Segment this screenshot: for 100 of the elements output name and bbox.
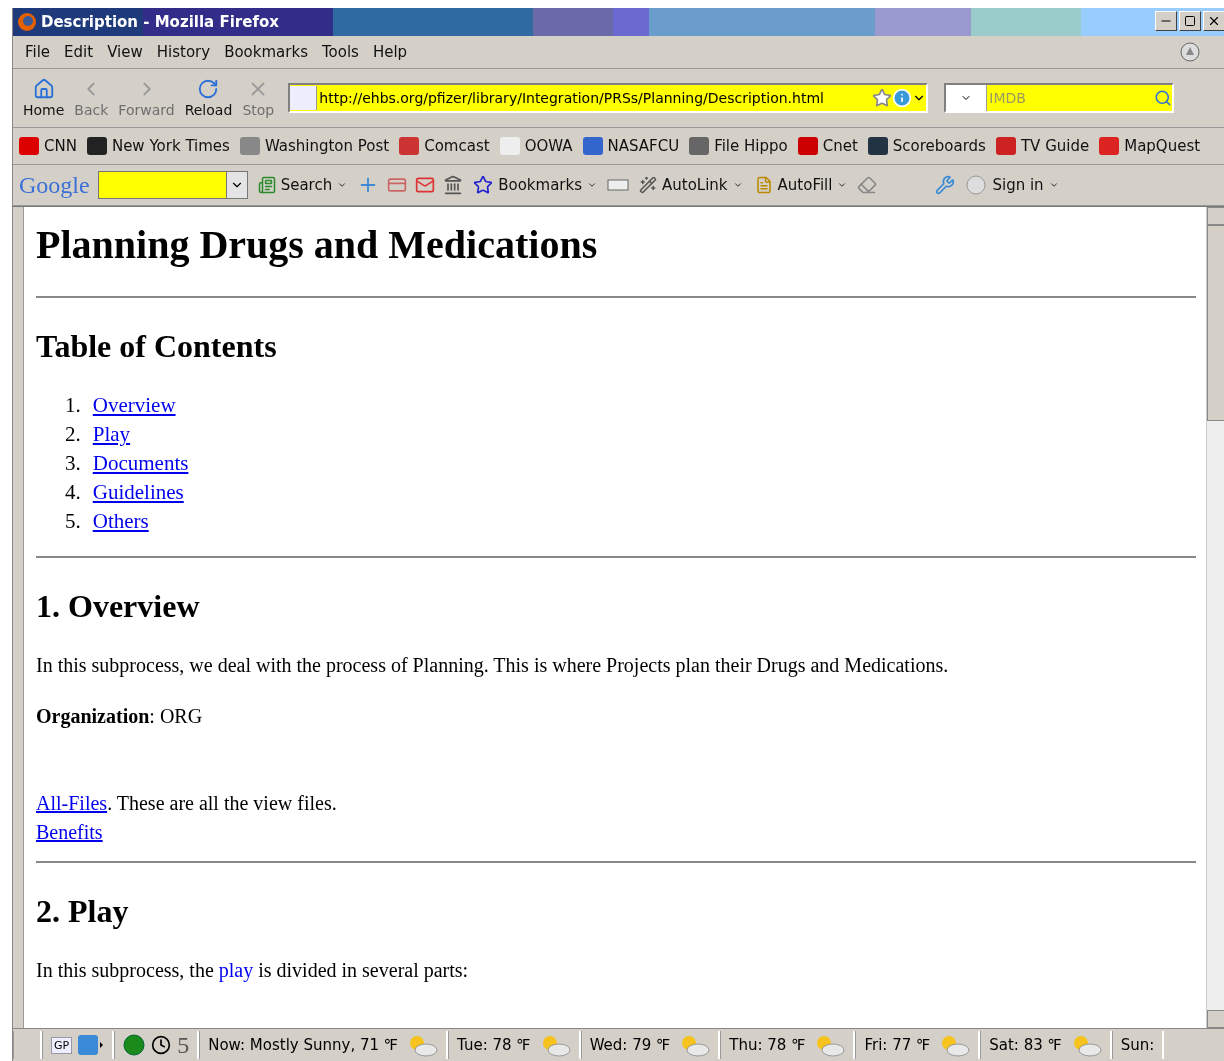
list-number: 3.: [65, 450, 81, 477]
list-number: 2.: [65, 421, 81, 448]
bookmark-link[interactable]: OOWA: [499, 137, 573, 155]
weather-cell[interactable]: Sun:: [1111, 1031, 1165, 1059]
weather-cell[interactable]: Fri: 77 ℉: [855, 1031, 981, 1059]
menu-item[interactable]: History: [150, 41, 217, 63]
bookmark-link[interactable]: New York Times: [86, 137, 230, 155]
paragraph: In this subprocess, the play is divided in several parts:: [36, 958, 470, 984]
favicon-icon: [867, 137, 888, 155]
eraser-icon[interactable]: [857, 175, 878, 195]
reload-button[interactable]: Reload: [180, 78, 237, 118]
bookmark-link[interactable]: MapQuest: [1099, 137, 1201, 155]
toc-link[interactable]: Play: [92, 420, 131, 449]
scroll-up-button[interactable]: [1207, 207, 1224, 225]
close-button[interactable]: [1203, 11, 1224, 31]
weather-text: Fri: 77 ℉: [864, 1036, 931, 1054]
card-icon[interactable]: [387, 175, 408, 195]
newspaper-icon: [257, 176, 276, 194]
toc-link[interactable]: Others: [92, 507, 149, 536]
close-icon: [1207, 14, 1221, 28]
bookmark-link[interactable]: NASAFCU: [582, 137, 680, 155]
toc-link[interactable]: Documents: [92, 449, 189, 478]
bookmark-link[interactable]: Scoreboards: [867, 137, 986, 155]
list-number: 4.: [65, 479, 81, 506]
favicon-icon: [582, 137, 603, 155]
weather-text: Tue: 78 ℉: [457, 1036, 531, 1054]
menu-item[interactable]: View: [101, 41, 149, 63]
favicon-icon: [499, 137, 520, 155]
weather-cell[interactable]: Wed: 79 ℉: [580, 1031, 721, 1059]
weather-cell[interactable]: Sat: 83 ℉: [980, 1031, 1112, 1059]
rectangle-icon[interactable]: [607, 179, 629, 191]
menu-item[interactable]: Tools: [315, 41, 365, 63]
toc-link[interactable]: Guidelines: [92, 478, 184, 507]
toc-link[interactable]: Overview: [92, 391, 176, 420]
bookmark-link[interactable]: CNN: [19, 137, 77, 155]
scrollbar[interactable]: [1206, 207, 1224, 1028]
home-button[interactable]: Home: [19, 78, 69, 118]
dropdown-button[interactable]: [225, 172, 247, 198]
weather-cell[interactable]: Tue: 78 ℉: [448, 1031, 581, 1059]
search-bar[interactable]: IMDB: [944, 83, 1175, 113]
menu-item[interactable]: Bookmarks: [218, 41, 314, 63]
scroll-thumb[interactable]: [1207, 225, 1224, 421]
wand-icon: [639, 176, 657, 194]
inline-link[interactable]: play: [218, 959, 254, 981]
landmark-icon[interactable]: [443, 175, 464, 195]
address-bar[interactable]: http://ehbs.org/pfizer/library/Integration/PRSs/Planning/Description.html: [288, 83, 929, 113]
document-icon: [754, 176, 773, 194]
bookmark-link[interactable]: File Hippo: [689, 137, 788, 155]
bookmark-link[interactable]: Cnet: [797, 137, 858, 155]
google-search-field[interactable]: [97, 171, 248, 199]
bookmark-link[interactable]: Comcast: [399, 137, 490, 155]
section-heading: Table of Contents: [36, 328, 278, 365]
search-field[interactable]: IMDB: [987, 89, 1155, 107]
weather-cell[interactable]: Now: Mostly Sunny, 71 ℉: [199, 1031, 449, 1059]
window-title: Description - Mozilla Firefox: [41, 13, 279, 31]
clock-icon[interactable]: [151, 1035, 172, 1055]
mail-icon[interactable]: [415, 175, 436, 195]
caret-icon: [732, 180, 743, 190]
weather-text: Wed: 79 ℉: [589, 1036, 671, 1054]
reload-icon: [197, 78, 220, 100]
search-button[interactable]: Search: [255, 176, 350, 194]
bookmarks-button[interactable]: Bookmarks: [471, 175, 599, 195]
list-number: 5.: [65, 508, 81, 535]
star-icon[interactable]: [872, 88, 893, 108]
address-field[interactable]: http://ehbs.org/pfizer/library/Integration/PRSs/Planning/Description.html: [317, 89, 873, 107]
caret-icon: [837, 180, 848, 190]
weather-cell[interactable]: Thu: 78 ℉: [720, 1031, 856, 1059]
menu-item[interactable]: Help: [366, 41, 414, 63]
bookmark-link[interactable]: TV Guide: [995, 137, 1090, 155]
text-link[interactable]: All-Files: [36, 792, 108, 814]
gp-icon[interactable]: GP: [51, 1036, 73, 1054]
favicon-icon: [797, 137, 818, 155]
menu-item[interactable]: File: [19, 41, 57, 63]
favicon-icon: [689, 137, 710, 155]
status-circle-icon[interactable]: [123, 1034, 146, 1056]
menu-item[interactable]: Edit: [58, 41, 100, 63]
weather-text: Sat: 83 ℉: [989, 1036, 1062, 1054]
autolink-button[interactable]: AutoLink: [637, 176, 745, 194]
sign-in-button[interactable]: Sign in: [963, 174, 1061, 196]
paragraph: All-Files. These are all the view files.: [36, 791, 338, 816]
weather-text: Sun:: [1120, 1036, 1155, 1054]
circle-icon: [965, 174, 988, 196]
search-icon[interactable]: [1154, 89, 1173, 107]
favicon-icon: [239, 137, 260, 155]
text-link[interactable]: Benefits: [36, 821, 103, 843]
autofill-button[interactable]: AutoFill: [752, 176, 850, 194]
minimize-button[interactable]: [1155, 11, 1177, 31]
bookmark-link[interactable]: Washington Post: [239, 137, 390, 155]
maximize-button[interactable]: [1179, 11, 1201, 31]
settings-icon[interactable]: [935, 175, 956, 195]
site-icon: [290, 86, 318, 110]
google-logo: Google: [19, 171, 90, 199]
home-icon: [32, 78, 55, 100]
scroll-down-button[interactable]: [1207, 1010, 1224, 1028]
engine-selector[interactable]: [946, 85, 988, 111]
status-circle-icon[interactable]: [1179, 41, 1201, 63]
list-number: 1.: [65, 392, 81, 419]
caret-icon: [337, 180, 348, 190]
favicon-icon: [1099, 137, 1120, 155]
favicon-icon: [86, 137, 107, 155]
